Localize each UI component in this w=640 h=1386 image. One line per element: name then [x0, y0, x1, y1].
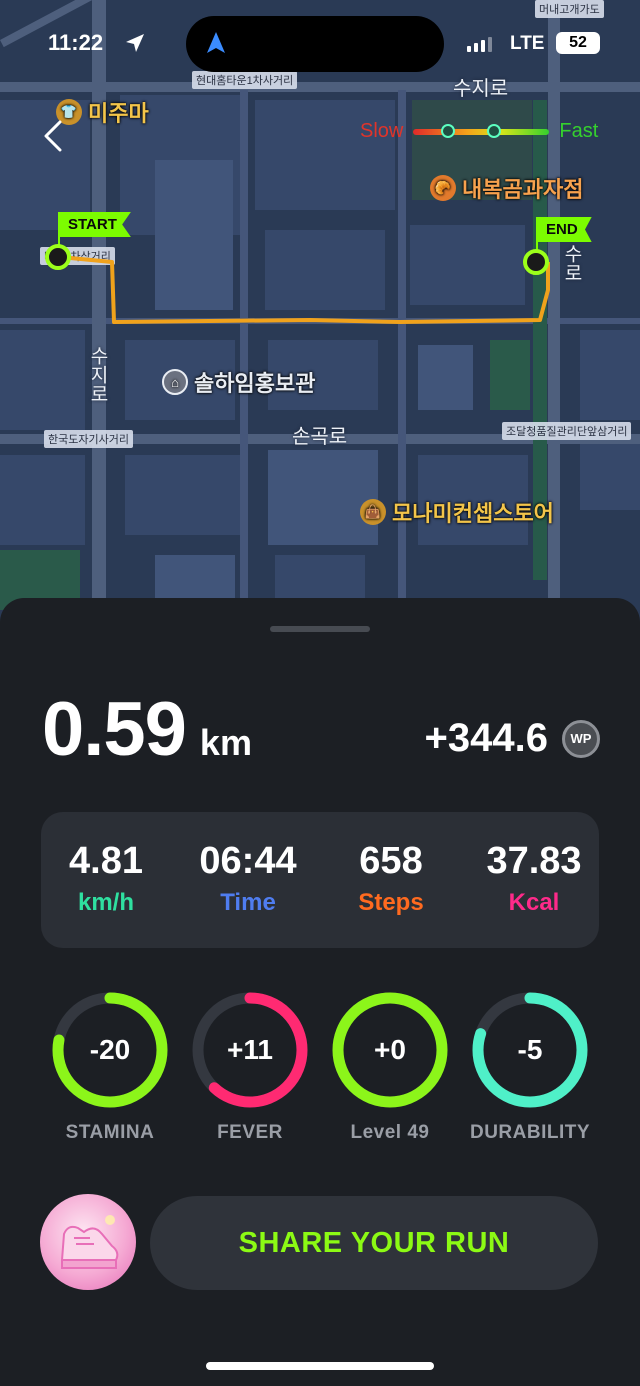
stat-value: 4.81 — [69, 840, 143, 882]
wp-coin-icon: WP — [562, 719, 600, 758]
stats-card: 4.81 km/h 06:44 Time 658 Steps 37.83 Kca… — [41, 812, 599, 948]
dynamic-island — [186, 16, 444, 72]
fever-ring: +11 FEVER — [190, 990, 310, 1143]
network-type: LTE — [510, 33, 545, 54]
distance-unit: km — [199, 722, 252, 763]
start-pin — [45, 244, 71, 270]
legend-fast-label: Fast — [559, 120, 599, 142]
stat-label: Steps — [358, 889, 424, 916]
back-chevron-icon[interactable] — [38, 116, 68, 156]
end-pin — [523, 249, 549, 275]
route-line — [59, 255, 550, 324]
home-indicator[interactable] — [206, 1362, 434, 1370]
stat-kcal: 37.83 Kcal — [469, 840, 599, 917]
distance: 0.59 km — [42, 686, 252, 773]
battery-icon: 52 — [556, 32, 600, 54]
ring-value: -5 — [517, 1034, 543, 1065]
stat-label: km/h — [77, 889, 134, 916]
ring-value: -20 — [89, 1034, 131, 1065]
status-time: 11:22 — [48, 30, 104, 55]
location-arrow-icon — [126, 34, 144, 52]
stat-label: Kcal — [508, 889, 560, 916]
speed-legend: Slow Fast — [360, 120, 598, 143]
stat-steps: 658 Steps — [326, 840, 456, 917]
sneaker-icon — [60, 1215, 119, 1269]
start-flag: START — [58, 212, 131, 237]
level-ring: +0 Level 49 — [330, 990, 450, 1143]
legend-gradient — [413, 123, 550, 138]
navigation-arrow-icon — [207, 32, 225, 53]
drag-handle[interactable] — [270, 626, 370, 632]
route-map[interactable]: 현대홈타운1차사거리 타운2차삼거리 한국도자기사거리 조달청품질관리단앞삼거리… — [0, 0, 640, 640]
stat-label: Time — [220, 889, 276, 916]
run-summary-panel: 0.59 km +344.6 WP 4.81 km/h 06:44 Time 6… — [0, 598, 640, 1386]
ring-value: +11 — [227, 1034, 273, 1065]
stat-value: 37.83 — [486, 840, 582, 882]
durability-ring: -5 DURABILITY — [470, 990, 590, 1143]
ring-label: DURABILITY — [469, 1122, 591, 1143]
share-run-button[interactable]: SHARE YOUR RUN — [150, 1196, 598, 1290]
stamina-ring: -20 STAMINA — [50, 990, 170, 1143]
ring-value: +0 — [374, 1034, 406, 1065]
end-flag: END — [536, 217, 592, 242]
stat-value: 658 — [359, 840, 423, 882]
signal-icon — [467, 36, 492, 52]
distance-value: 0.59 — [42, 687, 187, 772]
sneaker-avatar[interactable] — [40, 1194, 136, 1290]
stat-speed: 4.81 km/h — [41, 840, 171, 917]
wp-earned: +344.6 WP — [425, 716, 600, 761]
stat-time: 06:44 Time — [183, 840, 313, 917]
stat-value: 06:44 — [199, 840, 297, 882]
wp-value: +344.6 — [424, 716, 548, 760]
legend-slow-label: Slow — [360, 120, 404, 142]
